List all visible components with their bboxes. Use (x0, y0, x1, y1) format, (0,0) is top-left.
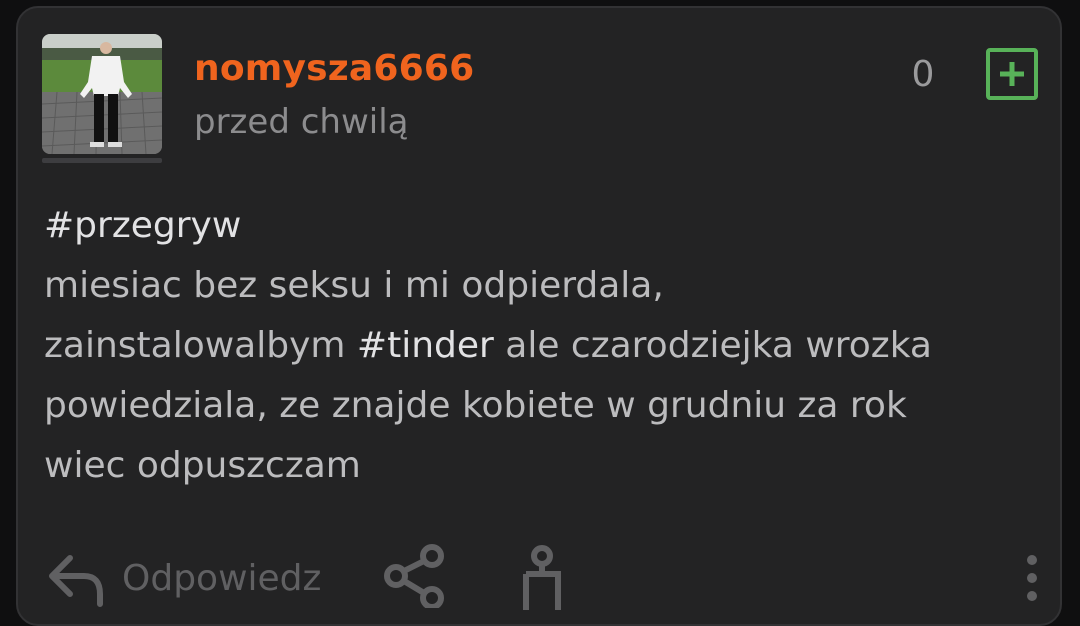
reply-arrow-icon[interactable] (46, 548, 106, 608)
content-line: powiedziala, ze znajde kobiete w grudniu… (44, 385, 907, 426)
post-card: nomysza6666 przed chwilą 0 #przegryw mie… (16, 6, 1062, 626)
vote-count: 0 (911, 54, 935, 95)
save-icon[interactable] (512, 544, 572, 610)
avatar[interactable] (42, 34, 164, 168)
content-text: zainstalowalbym (44, 325, 357, 366)
content-line: zainstalowalbym #tinder ale czarodziejka… (44, 316, 1044, 376)
hashtag-tinder[interactable]: #tinder (357, 325, 494, 366)
content-line: wiec odpuszczam (44, 445, 361, 486)
more-vertical-icon[interactable] (1022, 548, 1042, 608)
hashtag-przegryw[interactable]: #przegryw (44, 196, 1044, 256)
plus-square-icon (1000, 62, 1024, 86)
content-text: ale czarodziejka wrozka (493, 325, 932, 366)
post-actions: Odpowiedz (18, 538, 1060, 610)
avatar-photo (42, 34, 162, 154)
share-icon[interactable] (382, 542, 448, 608)
avatar-underline (42, 158, 162, 163)
plus-vote-button[interactable] (986, 48, 1038, 100)
post-content: #przegryw miesiac bez seksu i mi odpierd… (44, 196, 1044, 496)
post-timestamp: przed chwilą (194, 102, 409, 142)
author-username[interactable]: nomysza6666 (194, 48, 474, 89)
content-line: miesiac bez seksu i mi odpierdala, (44, 265, 664, 306)
reply-button[interactable]: Odpowiedz (122, 558, 321, 599)
